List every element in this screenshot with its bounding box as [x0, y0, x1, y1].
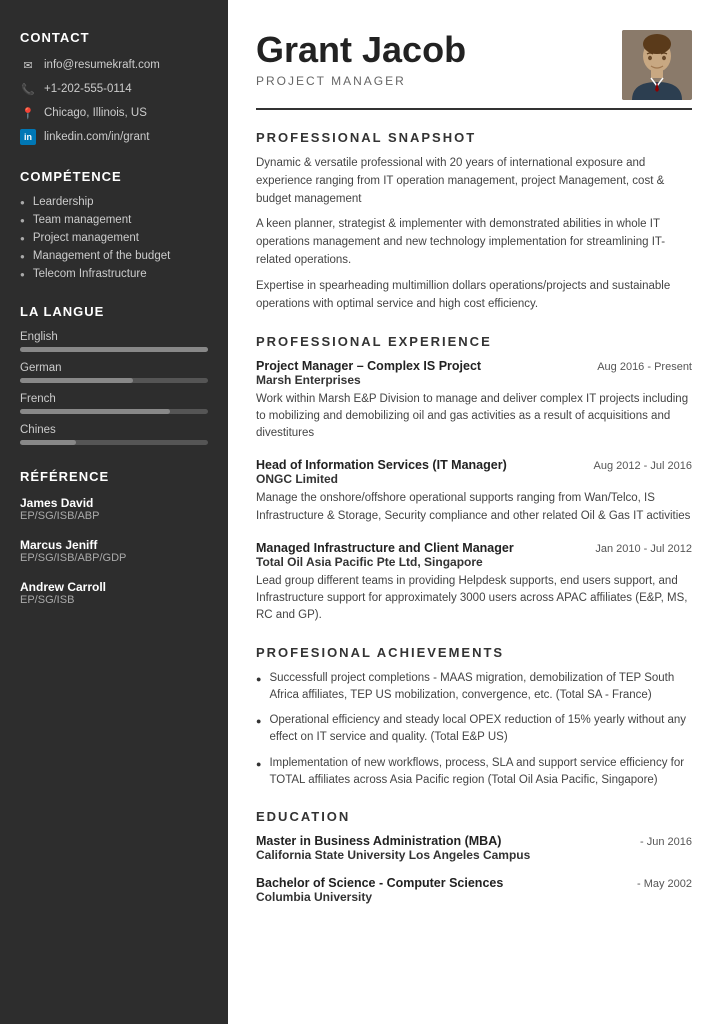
sidebar: CONTACT ✉ info@resumekraft.com 📞 +1-202-555… [0, 0, 228, 1024]
langue-item: French [20, 393, 208, 414]
reference-title: RÉFÉRENCE [20, 469, 208, 484]
snapshot-para: Expertise in spearheading multimillion d… [256, 278, 692, 314]
competence-list: Leardership Team management Project manage… [20, 196, 208, 280]
langue-item: Chines [20, 424, 208, 445]
langue-list: English German French Chines [20, 331, 208, 445]
competence-item: Team management [20, 214, 208, 226]
exp-date: Jan 2010 - Jul 2012 [595, 543, 692, 555]
reference-list: James DavidEP/SG/ISB/ABPMarcus JeniffEP/… [20, 496, 208, 606]
exp-desc: Manage the onshore/offshore operational … [256, 490, 692, 525]
langue-label: German [20, 362, 208, 374]
experience-item: Head of Information Services (IT Manager… [256, 458, 692, 525]
reference-code: EP/SG/ISB/ABP [20, 510, 208, 522]
langue-bar-bg [20, 409, 208, 414]
phone-icon: 📞 [20, 81, 36, 97]
exp-job-title: Head of Information Services (IT Manager… [256, 458, 507, 472]
avatar [622, 30, 692, 100]
header-divider [256, 108, 692, 110]
exp-company: Marsh Enterprises [256, 373, 692, 387]
langue-label: French [20, 393, 208, 405]
achievement-item: Successfull project completions - MAAS m… [256, 670, 692, 705]
edu-date: - Jun 2016 [640, 836, 692, 848]
exp-job-title: Managed Infrastructure and Client Manage… [256, 541, 514, 555]
exp-date: Aug 2012 - Jul 2016 [594, 460, 692, 472]
experience-item: Managed Infrastructure and Client Manage… [256, 541, 692, 625]
exp-date: Aug 2016 - Present [597, 361, 692, 373]
education-item: Master in Business Administration (MBA) -… [256, 834, 692, 862]
contact-text: info@resumekraft.com [44, 59, 160, 71]
snapshot-para: A keen planner, strategist & implementer… [256, 216, 692, 269]
exp-desc: Lead group different teams in providing … [256, 573, 692, 625]
reference-item: Andrew CarrollEP/SG/ISB [20, 580, 208, 606]
langue-item: English [20, 331, 208, 352]
langue-bar-bg [20, 440, 208, 445]
reference-name: James David [20, 496, 208, 510]
contact-item: in linkedin.com/in/grant [20, 129, 208, 145]
candidate-name: Grant Jacob [256, 30, 466, 70]
resume-container: CONTACT ✉ info@resumekraft.com 📞 +1-202-555… [0, 0, 724, 1024]
langue-bar-bg [20, 378, 208, 383]
reference-item: Marcus JeniffEP/SG/ISB/ABP/GDP [20, 538, 208, 564]
education-item: Bachelor of Science - Computer Sciences -… [256, 876, 692, 904]
langue-label: Chines [20, 424, 208, 436]
langue-label: English [20, 331, 208, 343]
snapshot-body: Dynamic & versatile professional with 20… [256, 155, 692, 314]
langue-bar-fill [20, 409, 170, 414]
contact-text: linkedin.com/in/grant [44, 131, 149, 143]
location-icon: 📍 [20, 105, 36, 121]
reference-item: James DavidEP/SG/ISB/ABP [20, 496, 208, 522]
email-icon: ✉ [20, 57, 36, 73]
competence-item: Management of the budget [20, 250, 208, 262]
education-title: EDUCATION [256, 809, 692, 824]
achievements-list: Successfull project completions - MAAS m… [256, 670, 692, 790]
contact-text: Chicago, Illinois, US [44, 107, 147, 119]
reference-code: EP/SG/ISB/ABP/GDP [20, 552, 208, 564]
experience-title: PROFESSIONAL EXPERIENCE [256, 334, 692, 349]
edu-date: - May 2002 [637, 878, 692, 890]
achievements-title: PROFESIONAL ACHIEVEMENTS [256, 645, 692, 660]
contact-item: ✉ info@resumekraft.com [20, 57, 208, 73]
edu-degree: Master in Business Administration (MBA) [256, 834, 501, 848]
edu-degree: Bachelor of Science - Computer Sciences [256, 876, 503, 890]
exp-job-title: Project Manager – Complex IS Project [256, 359, 481, 373]
experience-list: Project Manager – Complex IS Project Aug … [256, 359, 692, 625]
competence-item: Telecom Infrastructure [20, 268, 208, 280]
competence-title: COMPÉTENCE [20, 169, 208, 184]
exp-desc: Work within Marsh E&P Division to manage… [256, 391, 692, 443]
achievement-item: Implementation of new workflows, process… [256, 755, 692, 790]
main-content: Grant Jacob PROJECT MANAGER [228, 0, 724, 1024]
candidate-title: PROJECT MANAGER [256, 74, 466, 88]
competence-item: Leardership [20, 196, 208, 208]
header: Grant Jacob PROJECT MANAGER [256, 30, 692, 100]
contact-title: CONTACT [20, 30, 208, 45]
education-list: Master in Business Administration (MBA) -… [256, 834, 692, 904]
langue-bar-fill [20, 440, 76, 445]
linkedin-icon: in [20, 129, 36, 145]
exp-company: Total Oil Asia Pacific Pte Ltd, Singapor… [256, 555, 692, 569]
langue-bar-bg [20, 347, 208, 352]
contact-item: 📍 Chicago, Illinois, US [20, 105, 208, 121]
edu-school: Columbia University [256, 890, 692, 904]
langue-bar-fill [20, 347, 208, 352]
achievement-item: Operational efficiency and steady local … [256, 712, 692, 747]
langue-item: German [20, 362, 208, 383]
contact-item: 📞 +1-202-555-0114 [20, 81, 208, 97]
edu-school: California State University Los Angeles … [256, 848, 692, 862]
langue-bar-fill [20, 378, 133, 383]
contact-text: +1-202-555-0114 [44, 83, 132, 95]
contact-list: ✉ info@resumekraft.com 📞 +1-202-555-0114 📍 Ch… [20, 57, 208, 145]
reference-name: Marcus Jeniff [20, 538, 208, 552]
snapshot-para: Dynamic & versatile professional with 20… [256, 155, 692, 208]
reference-code: EP/SG/ISB [20, 594, 208, 606]
reference-name: Andrew Carroll [20, 580, 208, 594]
snapshot-title: PROFESSIONAL SNAPSHOT [256, 130, 692, 145]
exp-company: ONGC Limited [256, 472, 692, 486]
competence-item: Project management [20, 232, 208, 244]
experience-item: Project Manager – Complex IS Project Aug … [256, 359, 692, 443]
name-block: Grant Jacob PROJECT MANAGER [256, 30, 466, 88]
langue-title: LA LANGUE [20, 304, 208, 319]
